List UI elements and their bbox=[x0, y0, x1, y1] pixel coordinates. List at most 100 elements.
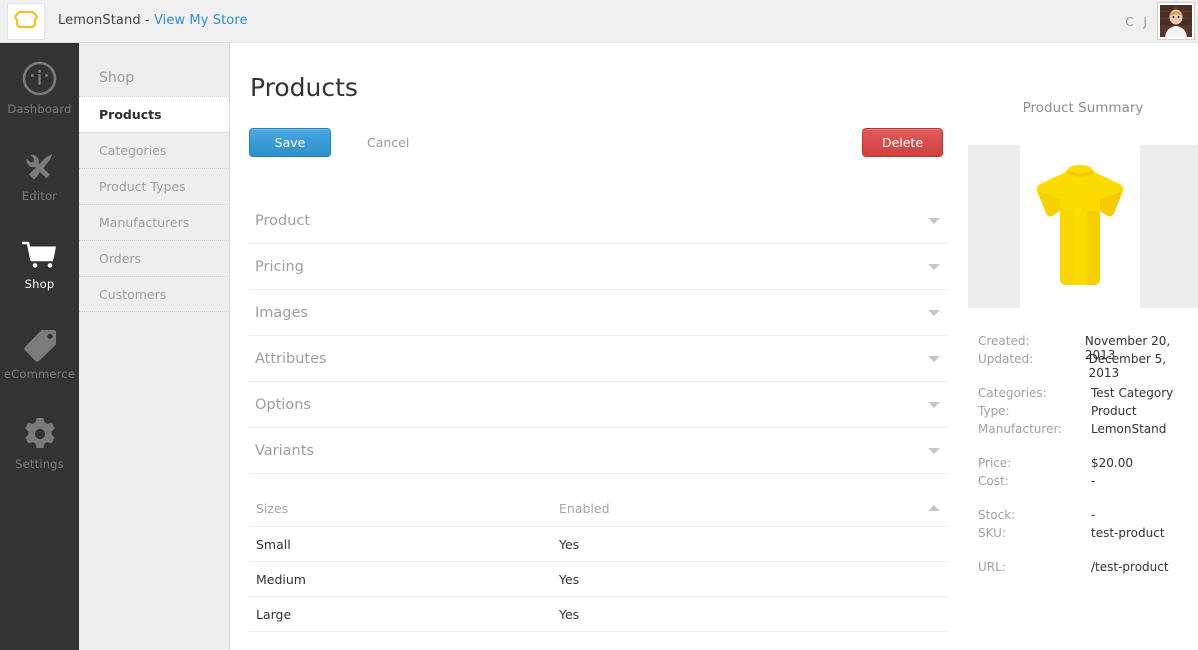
sidebar-item-customers[interactable]: Customers bbox=[79, 276, 229, 312]
meta-row-sku: SKU: test-product bbox=[978, 526, 1198, 544]
product-meta-list: Created: November 20, 2013 Updated: Dece… bbox=[968, 308, 1198, 578]
meta-key-manufacturer: Manufacturer: bbox=[978, 422, 1063, 436]
accordion-section-pricing[interactable]: Pricing bbox=[249, 244, 948, 290]
primary-nav-rail: Dashboard Editor Shop eCommerce Settings bbox=[0, 43, 79, 650]
accordion-label-images: Images bbox=[255, 304, 308, 321]
meta-value-categories: Test Category bbox=[1091, 386, 1174, 400]
meta-key-type: Type: bbox=[978, 404, 1010, 418]
meta-row-cost: Cost: - bbox=[978, 474, 1198, 492]
brand-name: LemonStand - bbox=[58, 13, 154, 28]
meta-value-cost: - bbox=[1091, 474, 1096, 488]
avatar[interactable] bbox=[1158, 3, 1194, 39]
lemonstand-lemon-logo-icon bbox=[13, 9, 39, 35]
meta-group-classification: Categories: Test Category Type: Product … bbox=[978, 386, 1198, 440]
chevron-down-icon[interactable] bbox=[928, 217, 940, 224]
sidebar-item-categories[interactable]: Categories bbox=[79, 132, 229, 168]
chevron-down-icon[interactable] bbox=[928, 401, 940, 408]
user-initials: C J bbox=[1125, 15, 1150, 29]
accordion-section-options[interactable]: Options bbox=[249, 382, 948, 428]
accordion-label-variants: Variants bbox=[255, 442, 314, 459]
rail-item-shop[interactable]: Shop bbox=[0, 221, 79, 310]
accordion-section-product[interactable]: Product bbox=[249, 198, 948, 244]
meta-row-url: URL: /test-product bbox=[978, 560, 1198, 578]
yellow-t-shirt-product-image bbox=[1024, 155, 1136, 299]
column-header-enabled: Enabled bbox=[559, 500, 610, 516]
column-header-sizes: Sizes bbox=[256, 500, 289, 516]
variants-table: Sizes Enabled Small Yes Medium Yes Large… bbox=[249, 490, 948, 632]
sidebar-item-manufacturers[interactable]: Manufacturers bbox=[79, 204, 229, 240]
rail-label-ecommerce: eCommerce bbox=[3, 367, 76, 381]
meta-value-updated: December 5, 2013 bbox=[1088, 352, 1167, 380]
table-row[interactable]: Large Yes bbox=[249, 597, 948, 632]
wrench-pencil-icon bbox=[21, 150, 58, 184]
accordion-label-options: Options bbox=[255, 396, 311, 413]
accordion-label-product: Product bbox=[255, 212, 311, 229]
main-content: Products Save Cancel Delete Product Pric… bbox=[230, 43, 968, 650]
table-row[interactable]: Medium Yes bbox=[249, 562, 948, 597]
accordion-section-attributes[interactable]: Attributes bbox=[249, 336, 948, 382]
chevron-up-icon[interactable] bbox=[928, 505, 940, 511]
meta-key-sku: SKU: bbox=[978, 526, 1006, 540]
sidebar-item-products[interactable]: Products bbox=[79, 96, 229, 132]
brand-title: LemonStand - View My Store bbox=[58, 13, 248, 28]
cancel-button[interactable]: Cancel bbox=[355, 128, 421, 157]
table-header-row[interactable]: Sizes Enabled bbox=[249, 490, 948, 527]
product-image-card[interactable] bbox=[1020, 145, 1140, 308]
rail-item-editor[interactable]: Editor bbox=[0, 132, 79, 221]
meta-value-url: /test-product bbox=[1091, 560, 1169, 574]
rail-label-dashboard: Dashboard bbox=[7, 101, 72, 116]
sidebar-label-manufacturers: Manufacturers bbox=[99, 215, 190, 230]
view-my-store-link[interactable]: View My Store bbox=[154, 13, 248, 28]
logo-box[interactable] bbox=[7, 3, 45, 40]
meta-value-price: $20.00 bbox=[1091, 456, 1133, 470]
meta-group-inventory: Stock: - SKU: test-product bbox=[978, 508, 1198, 544]
meta-group-money: Price: $20.00 Cost: - bbox=[978, 456, 1198, 492]
meta-key-cost: Cost: bbox=[978, 474, 1009, 488]
table-row[interactable]: Small Yes bbox=[249, 527, 948, 562]
sidebar-item-orders[interactable]: Orders bbox=[79, 240, 229, 276]
rail-label-editor: Editor bbox=[21, 189, 58, 203]
action-button-row: Save Cancel Delete bbox=[230, 128, 968, 168]
rail-label-shop: Shop bbox=[24, 277, 55, 291]
chevron-down-icon[interactable] bbox=[928, 355, 940, 362]
subnav-title: Shop bbox=[99, 70, 135, 86]
rail-item-settings[interactable]: Settings bbox=[0, 399, 79, 488]
rail-item-dashboard[interactable]: Dashboard bbox=[0, 43, 79, 132]
accordion-label-pricing: Pricing bbox=[255, 258, 304, 275]
sidebar-item-product-types[interactable]: Product Types bbox=[79, 168, 229, 204]
page-title: Products bbox=[250, 73, 358, 102]
accordion-section-variants[interactable]: Variants bbox=[249, 428, 948, 474]
price-tag-icon bbox=[22, 328, 58, 362]
chevron-down-icon[interactable] bbox=[928, 263, 940, 270]
meta-value-type: Product bbox=[1091, 404, 1137, 418]
meta-value-sku: test-product bbox=[1091, 526, 1165, 540]
cell-size: Medium bbox=[256, 571, 306, 587]
meta-row-updated: Updated: December 5, 2013 bbox=[978, 352, 1198, 380]
sidebar-label-products: Products bbox=[99, 107, 162, 122]
sidebar-label-orders: Orders bbox=[99, 251, 142, 266]
chevron-down-icon[interactable] bbox=[928, 447, 940, 454]
meta-row-type: Type: Product bbox=[978, 404, 1198, 422]
meta-value-stock: - bbox=[1091, 508, 1096, 522]
shopping-cart-icon bbox=[20, 240, 60, 272]
gauge-icon bbox=[21, 60, 58, 97]
rail-label-settings: Settings bbox=[15, 457, 64, 471]
cell-size: Large bbox=[256, 606, 292, 622]
meta-key-created: Created: bbox=[978, 334, 1030, 348]
chevron-down-icon[interactable] bbox=[928, 309, 940, 316]
rail-item-ecommerce[interactable]: eCommerce bbox=[0, 310, 79, 399]
meta-group-dates: Created: November 20, 2013 Updated: Dece… bbox=[978, 334, 1198, 380]
save-button[interactable]: Save bbox=[249, 128, 331, 157]
cell-size: Small bbox=[256, 536, 291, 552]
product-image-frame bbox=[968, 145, 1198, 308]
delete-button[interactable]: Delete bbox=[862, 128, 943, 157]
meta-key-stock: Stock: bbox=[978, 508, 1016, 522]
sidebar-label-product-types: Product Types bbox=[99, 179, 186, 194]
meta-row-created: Created: November 20, 2013 bbox=[978, 334, 1198, 362]
meta-group-url: URL: /test-product bbox=[978, 560, 1198, 578]
accordion-section-images[interactable]: Images bbox=[249, 290, 948, 336]
meta-value-manufacturer: LemonStand bbox=[1091, 422, 1167, 436]
meta-key-url: URL: bbox=[978, 560, 1006, 574]
meta-row-manufacturer: Manufacturer: LemonStand bbox=[978, 422, 1198, 440]
accordion-label-attributes: Attributes bbox=[255, 350, 327, 367]
